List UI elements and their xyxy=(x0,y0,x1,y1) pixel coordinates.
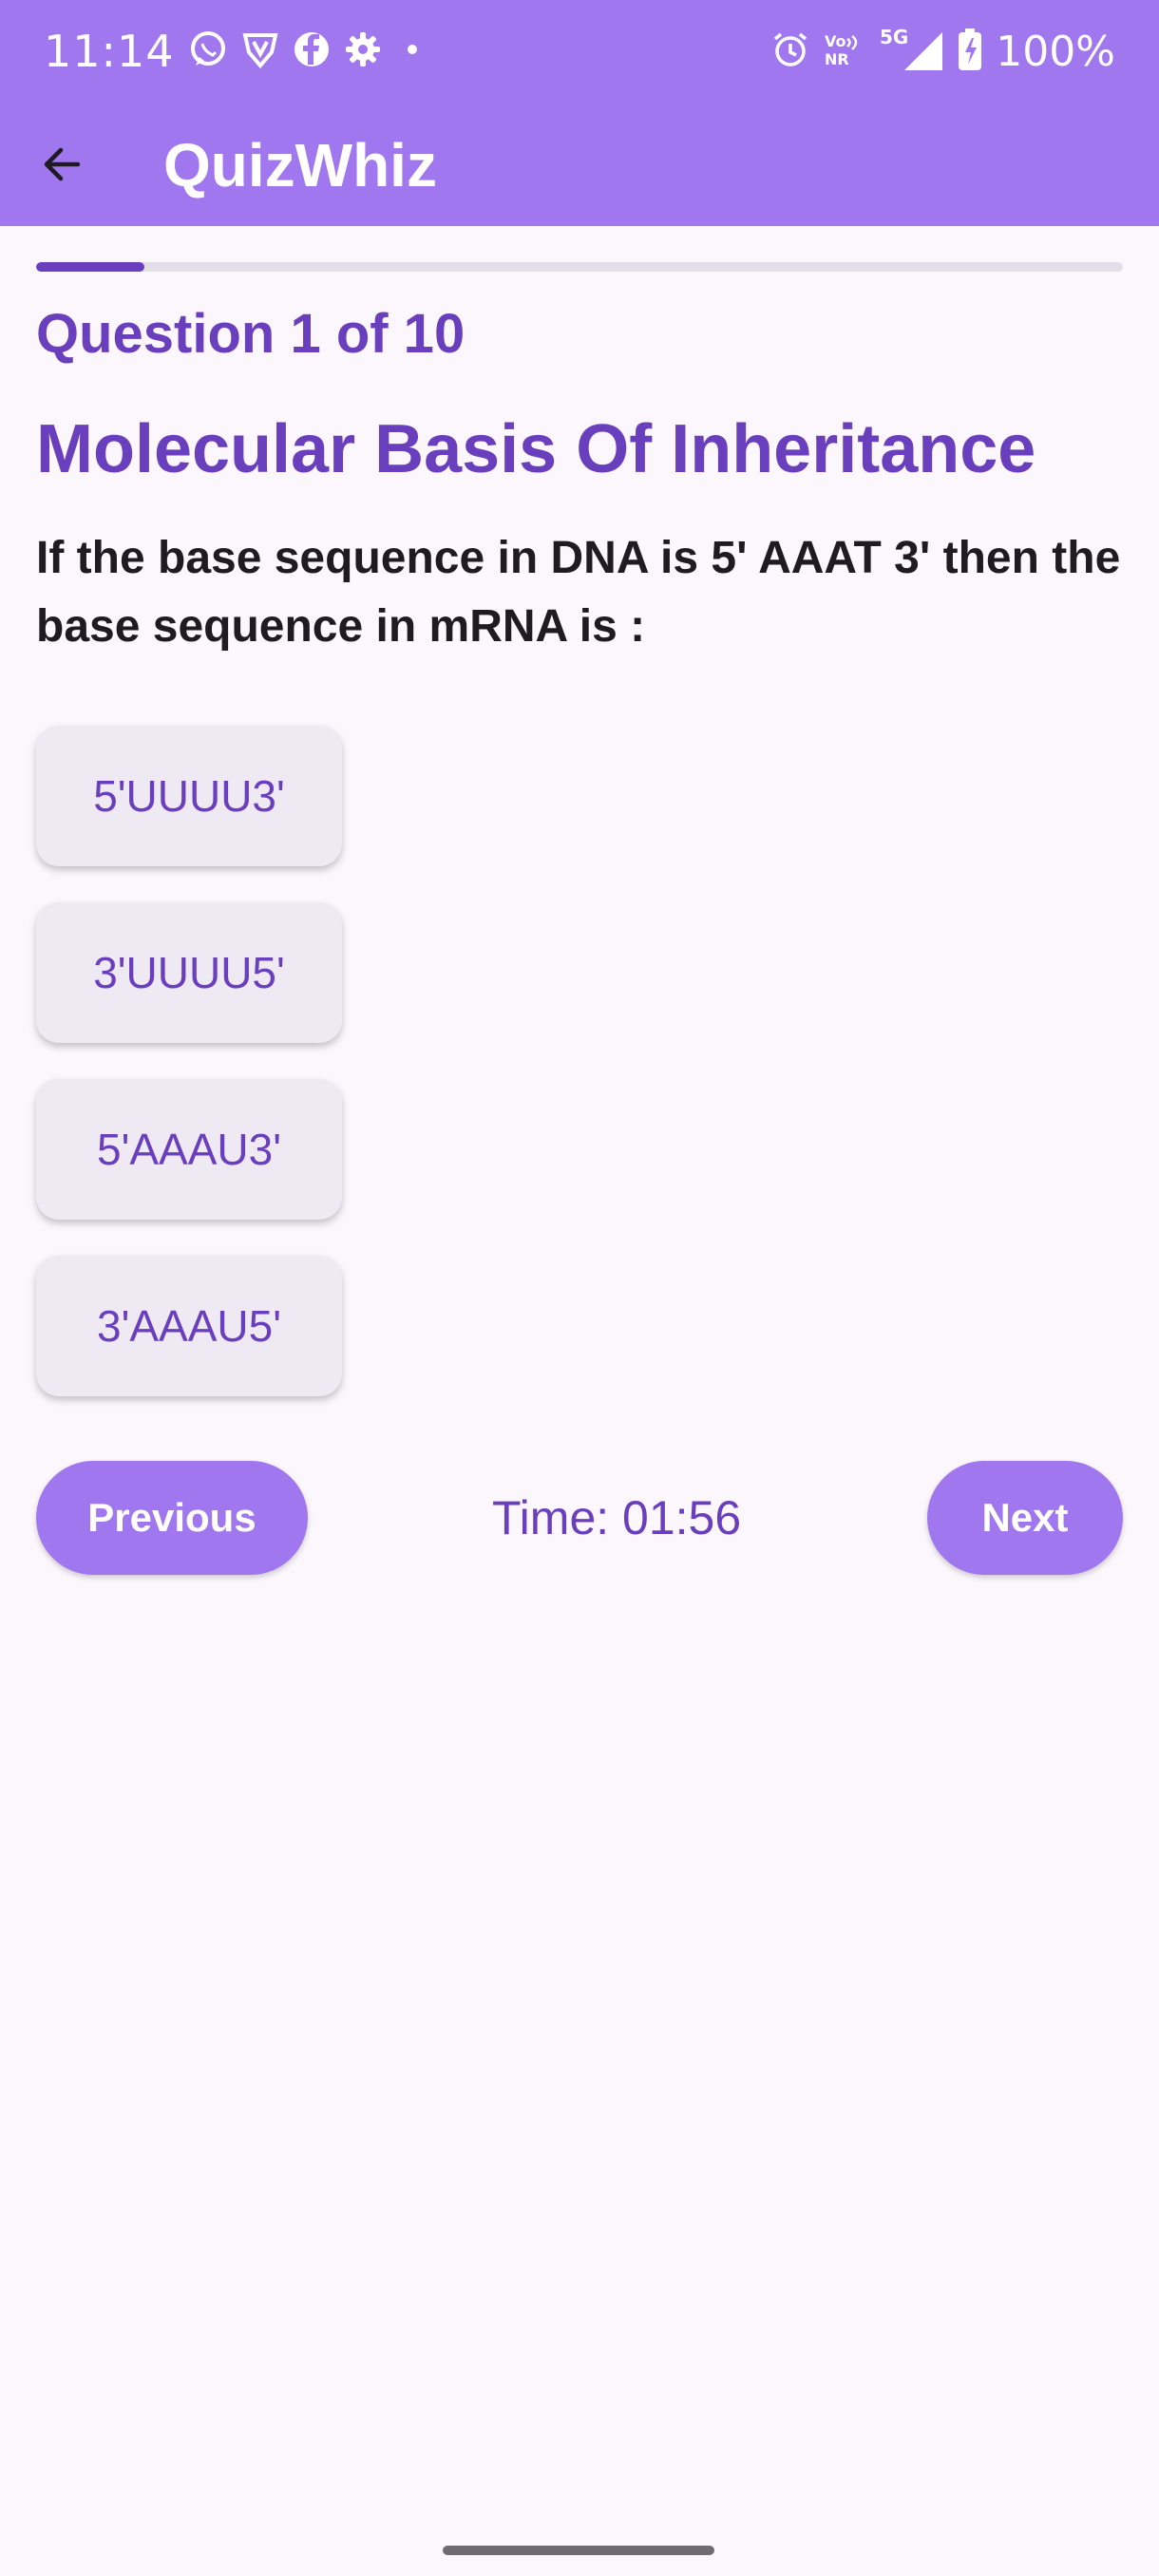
arrow-left-icon xyxy=(40,142,84,191)
5g-signal-icon: 5G xyxy=(878,26,944,77)
svg-text:NR: NR xyxy=(825,50,849,68)
back-button[interactable] xyxy=(28,133,95,199)
quiz-progress-fill xyxy=(36,262,145,272)
status-right: Vo NR 5G 100% xyxy=(771,25,1115,78)
option-button[interactable]: 3'AAAU5' xyxy=(36,1256,342,1396)
question-counter: Question 1 of 10 xyxy=(36,303,466,365)
option-button[interactable]: 5'UUUU3' xyxy=(36,726,342,866)
question-text: If the base sequence in DNA is 5' AAAT 3… xyxy=(36,533,1121,652)
previous-button[interactable]: Previous xyxy=(36,1461,308,1575)
status-bar: 11:14 Vo NR 5G 100% xyxy=(0,0,1159,104)
battery-percent: 100% xyxy=(996,27,1115,76)
quiz-progress-bar xyxy=(36,262,1123,272)
app-title: QuizWhiz xyxy=(163,131,437,199)
topic-title: Molecular Basis Of Inheritance xyxy=(36,411,1036,487)
timer-text: Time: 01:56 xyxy=(492,1491,742,1544)
vonr-icon: Vo NR xyxy=(823,30,864,73)
home-indicator[interactable] xyxy=(443,2546,714,2555)
svg-text:5G: 5G xyxy=(880,27,908,48)
quiz-navigation: Previous Time: 01:56 Next xyxy=(36,1461,1123,1575)
answer-options: 5'UUUU3' 3'UUUU5' 5'AAAU3' 3'AAAU5' xyxy=(36,726,342,1432)
whatsapp-icon xyxy=(188,29,228,74)
notification-dot-icon xyxy=(395,30,429,73)
status-left: 11:14 xyxy=(44,25,429,78)
app-bar: QuizWhiz xyxy=(0,104,1159,226)
vpn-shield-icon xyxy=(241,29,279,74)
settings-gear-icon xyxy=(344,30,382,73)
facebook-icon xyxy=(293,30,331,73)
option-button[interactable]: 3'UUUU5' xyxy=(36,902,342,1043)
battery-charging-icon xyxy=(958,28,982,75)
status-time: 11:14 xyxy=(44,26,175,77)
alarm-icon xyxy=(771,30,809,73)
option-button[interactable]: 5'AAAU3' xyxy=(36,1079,342,1220)
svg-text:Vo: Vo xyxy=(825,32,846,50)
next-button[interactable]: Next xyxy=(927,1461,1123,1575)
